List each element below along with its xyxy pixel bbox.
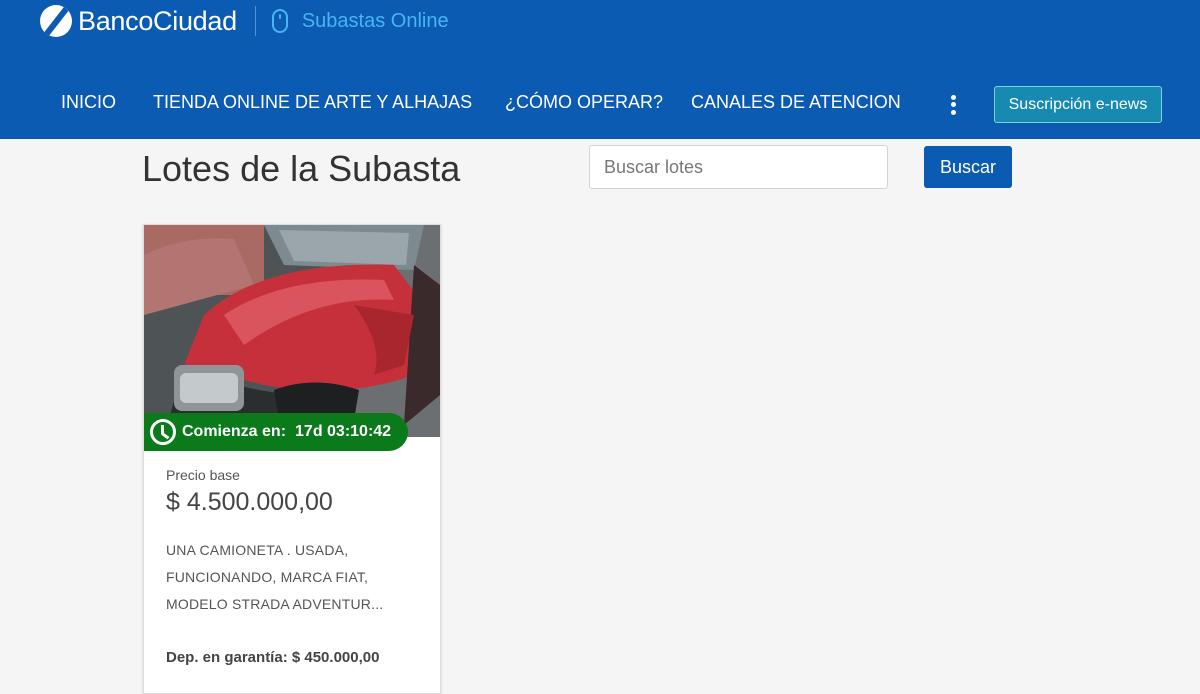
lot-card[interactable]: Comienza en: 17d 03:10:42 Precio base $ … (143, 224, 441, 694)
site-header: BancoCiudad Subastas Online INICIO TIEND… (0, 0, 1200, 139)
countdown-badge: Comienza en: 17d 03:10:42 (144, 413, 408, 451)
price-label: Precio base (166, 467, 240, 483)
kebab-menu-icon[interactable] (948, 92, 960, 118)
brand-name: BancoCiudad (78, 5, 237, 36)
lot-photo[interactable] (144, 225, 440, 437)
countdown-time: 17d 03:10:42 (295, 423, 392, 440)
clock-icon (150, 419, 176, 445)
mouse-icon (271, 9, 288, 33)
search-button[interactable]: Buscar (924, 146, 1012, 188)
nav-inicio[interactable]: INICIO (61, 92, 116, 113)
lot-description: UNA CAMIONETA . USADA, FUNCIONANDO, MARC… (166, 542, 384, 612)
search-input[interactable] (589, 145, 888, 189)
main-nav: INICIO TIENDA ONLINE DE ARTE Y ALHAJAS ¿… (0, 86, 1200, 123)
nav-canales-atencion[interactable]: CANALES DE ATENCION (691, 92, 901, 113)
nav-como-operar[interactable]: ¿CÓMO OPERAR? (505, 92, 663, 113)
brand-subtitle: Subastas Online (301, 9, 449, 32)
deposit-amount: Dep. en garantía: $ 450.000,00 (166, 649, 380, 666)
enews-subscribe-button[interactable]: Suscripción e-news (994, 86, 1162, 123)
price-value: $ 4.500.000,00 (166, 488, 333, 516)
banco-ciudad-logo-icon (40, 5, 72, 37)
brand-divider (254, 6, 256, 36)
countdown-label: Comienza en: (182, 423, 287, 440)
nav-tienda-online[interactable]: TIENDA ONLINE DE ARTE Y ALHAJAS (153, 92, 472, 113)
page-title: Lotes de la Subasta (142, 148, 461, 189)
brand[interactable]: BancoCiudad Subastas Online (40, 2, 449, 40)
